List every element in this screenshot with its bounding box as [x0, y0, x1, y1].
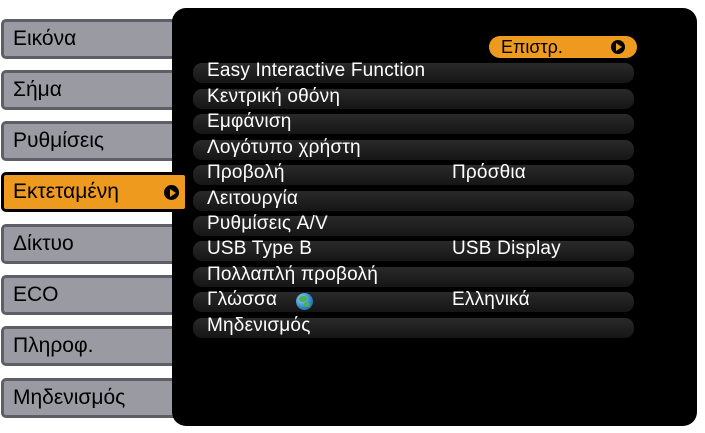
menu-item-easy-interactive[interactable]: Easy Interactive Function	[193, 59, 634, 85]
menu-item-label: Easy Interactive Function	[207, 60, 426, 81]
menu-item-multi-projection[interactable]: Πολλαπλή προβολή	[193, 263, 634, 289]
menu-item-value: Ελληνικά	[452, 289, 530, 310]
menu-item-av-settings[interactable]: Ρυθμίσεις A/V	[193, 212, 634, 238]
menu-item-label: Ρυθμίσεις A/V	[207, 213, 328, 234]
tab-reset[interactable]: Μηδενισμός	[1, 378, 184, 418]
menu-item-label: Λογότυπο χρήστη	[207, 137, 361, 158]
menu-item-label: Κεντρική οθόνη	[207, 86, 341, 107]
menu-item-projection[interactable]: Προβολή Πρόσθια	[193, 161, 634, 187]
menu-item-label: USB Type B	[207, 238, 313, 259]
tab-settings[interactable]: Ρυθμίσεις	[1, 121, 184, 161]
menu-item-operation[interactable]: Λειτουργία	[193, 187, 634, 213]
back-button-label: Επιστρ.	[501, 36, 563, 57]
menu-item-home-screen[interactable]: Κεντρική οθόνη	[193, 85, 634, 111]
tab-label: Ρυθμίσεις	[13, 129, 105, 152]
globe-icon	[296, 293, 313, 310]
tab-label: Πληροφ.	[13, 334, 94, 357]
menu-item-label: Πολλαπλή προβολή	[207, 264, 378, 285]
menu-item-display[interactable]: Εμφάνιση	[193, 110, 634, 136]
tab-info[interactable]: Πληροφ.	[1, 326, 184, 366]
menu-item-label: Λειτουργία	[207, 188, 299, 209]
menu-item-value: USB Display	[452, 238, 561, 259]
menu-item-usb-type-b[interactable]: USB Type B USB Display	[193, 237, 634, 263]
tab-label: Εκτεταμένη	[13, 180, 119, 203]
arrow-right-circle-icon	[164, 185, 179, 200]
tab-extended[interactable]: Εκτεταμένη	[1, 172, 188, 212]
tab-eco[interactable]: ECO	[1, 275, 184, 315]
tab-label: ECO	[13, 283, 59, 306]
back-button[interactable]: Επιστρ.	[489, 36, 637, 58]
menu-item-label: Γλώσσα	[207, 289, 278, 310]
tab-label: Σήμα	[13, 78, 62, 101]
tab-network[interactable]: Δίκτυο	[1, 224, 184, 264]
tab-signal[interactable]: Σήμα	[1, 70, 184, 110]
menu-item-label: Μηδενισμός	[207, 315, 311, 336]
menu-item-reset[interactable]: Μηδενισμός	[193, 314, 634, 340]
menu-item-value: Πρόσθια	[452, 162, 526, 183]
menu-item-user-logo[interactable]: Λογότυπο χρήστη	[193, 136, 634, 162]
tab-label: Μηδενισμός	[13, 386, 126, 409]
arrow-right-circle-icon	[611, 40, 625, 54]
tab-label: Δίκτυο	[13, 232, 74, 255]
tab-label: Εικόνα	[13, 27, 77, 50]
tab-image[interactable]: Εικόνα	[1, 19, 184, 59]
menu-item-language[interactable]: Γλώσσα Ελληνικά	[193, 288, 634, 314]
menu-item-label: Προβολή	[207, 162, 285, 183]
menu-item-label: Εμφάνιση	[207, 111, 292, 132]
